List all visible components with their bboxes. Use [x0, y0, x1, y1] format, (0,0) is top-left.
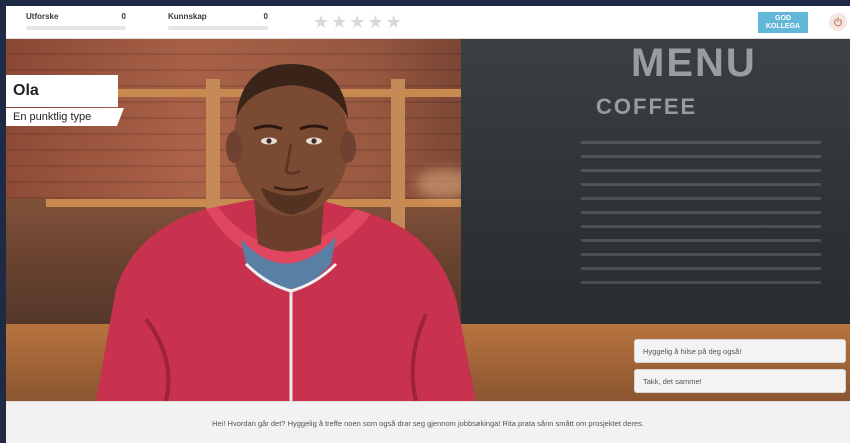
app-frame: Utforske 0 Kunnskap 0 ★ ★ ★ ★ ★ GOD KOLL…	[6, 6, 850, 443]
star-rating: ★ ★ ★ ★ ★	[313, 12, 402, 32]
star-icon: ★	[385, 12, 402, 32]
logo-line: KOLLEGA	[765, 22, 801, 30]
stat-value: 0	[121, 12, 126, 21]
top-bar: Utforske 0 Kunnskap 0 ★ ★ ★ ★ ★ GOD KOLL…	[6, 6, 850, 39]
stat-label: Utforske	[26, 12, 59, 21]
chalkboard-coffee-text: COFFEE	[596, 94, 698, 119]
star-icon: ★	[349, 12, 366, 32]
stat-value: 0	[263, 12, 268, 21]
character-type: En punktlig type	[6, 108, 124, 126]
character-name: Ola	[6, 75, 118, 107]
power-button[interactable]	[829, 13, 847, 31]
star-icon: ★	[331, 12, 348, 32]
stat-progress-bar	[168, 26, 268, 30]
chalkboard-menu-text: MENU	[631, 41, 757, 85]
dialogue-bar: Hei! Hvordan går det? Hyggelig å treffe …	[6, 401, 850, 443]
cafe-scene: MENU COFFEE Ola En punktlig type Hyggeli…	[6, 39, 850, 401]
character-name-tag: Ola En punktlig type	[6, 75, 124, 126]
power-icon	[834, 17, 842, 27]
star-icon: ★	[367, 12, 384, 32]
star-icon: ★	[313, 12, 330, 32]
dialogue-text: Hei! Hvordan går det? Hyggelig å treffe …	[212, 418, 644, 428]
answer-option-2[interactable]: Takk, det samme!	[634, 369, 846, 393]
character-ola-avatar	[96, 64, 476, 401]
logo-line: GOD	[775, 14, 791, 22]
answer-option-1[interactable]: Hyggelig å hilse på deg også!	[634, 339, 846, 363]
stat-label: Kunnskap	[168, 12, 207, 21]
stat-progress-bar	[26, 26, 126, 30]
god-kollega-logo: GOD KOLLEGA	[758, 12, 808, 33]
